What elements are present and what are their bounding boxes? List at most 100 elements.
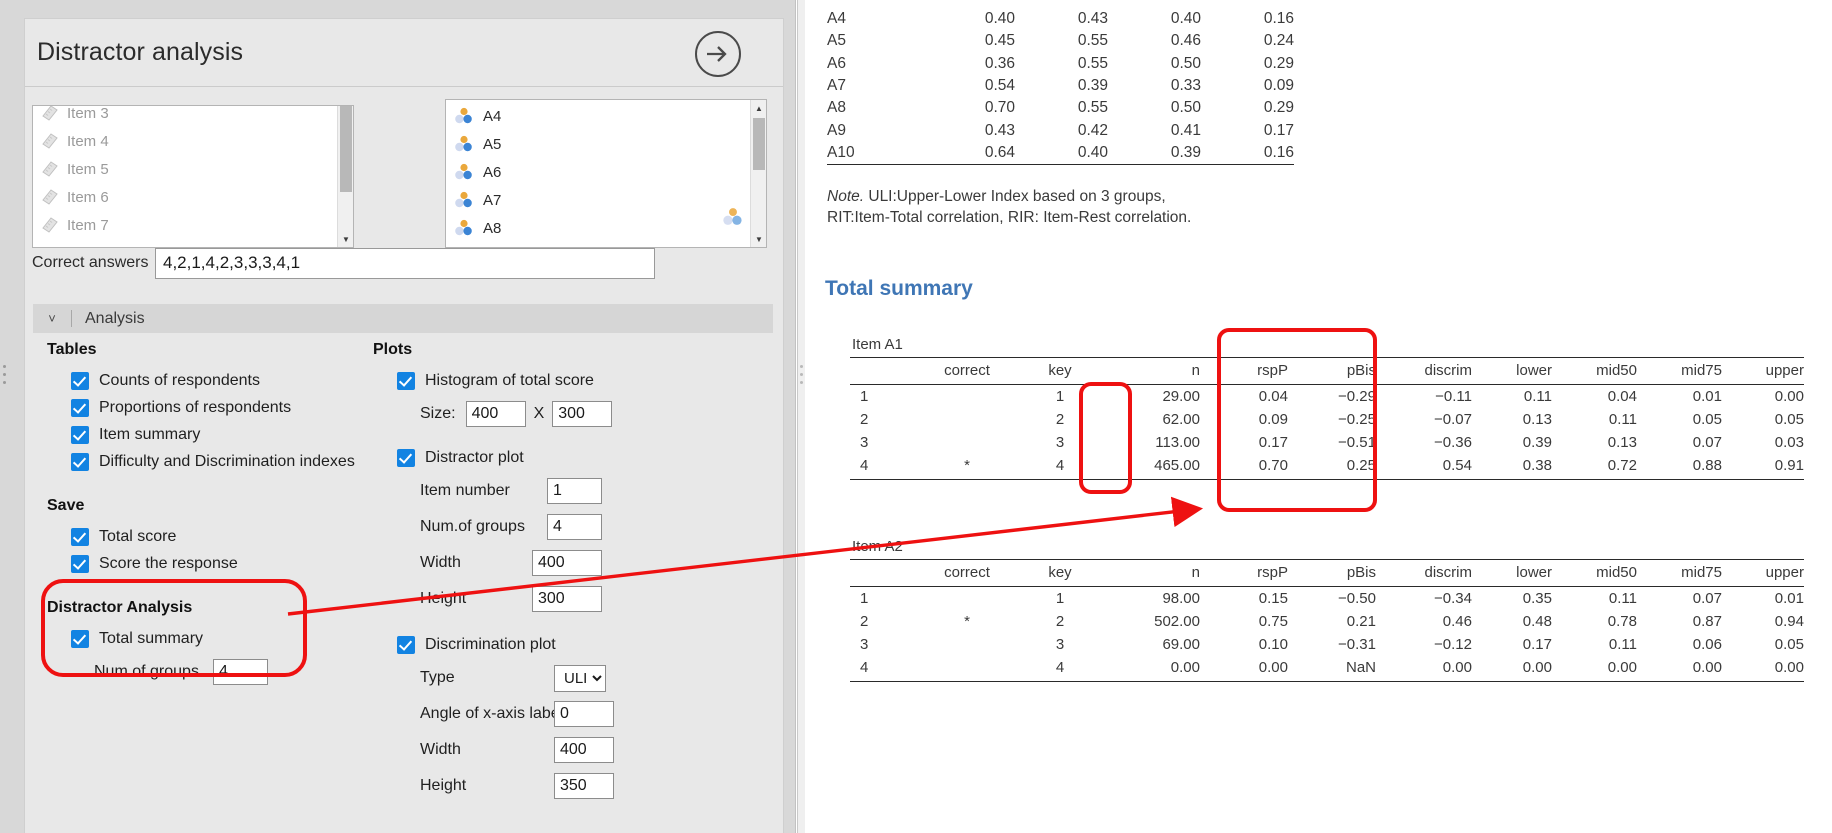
cell-pbis: 0.21	[1346, 613, 1376, 630]
checkbox-icon[interactable]	[71, 554, 89, 573]
checkbox-counts-of-respondents[interactable]: Counts of respondents	[71, 367, 377, 394]
checkbox-icon[interactable]	[397, 371, 415, 390]
list-item-label: Item 7	[67, 216, 109, 234]
available-list-scrollarea: Item 3 Item 4 Item 5 Item 6 Item 7	[33, 106, 337, 247]
cell-upper: 0.01	[1774, 590, 1804, 607]
available-variables-list[interactable]: Item 3 Item 4 Item 5 Item 6 Item 7 ▼	[32, 105, 354, 248]
distractor-plot-height-input[interactable]	[532, 586, 602, 612]
cell-mid75: 0.00	[1637, 656, 1722, 682]
cell-index: 3	[860, 434, 869, 451]
nominal-people-icon	[454, 219, 474, 237]
chevron-down-icon[interactable]: ▼	[338, 231, 353, 247]
checkbox-icon[interactable]	[71, 527, 89, 546]
col-lower: lower	[1472, 357, 1552, 385]
checkbox-distractor-plot[interactable]: Distractor plot	[397, 444, 773, 471]
chevron-down-icon[interactable]: ˅	[33, 311, 71, 326]
distractor-plot-width-input[interactable]	[532, 550, 602, 576]
list-item[interactable]: Item 6	[33, 183, 337, 211]
checkbox-icon[interactable]	[397, 635, 415, 654]
assigned-variables-list[interactable]: A4 A5 A6 A7 A8 ▲ ▼	[445, 99, 767, 248]
col-pbis: pBis	[1288, 559, 1376, 587]
checkbox-item-summary[interactable]: Item summary	[71, 421, 377, 448]
checkbox-proportions-of-respondents[interactable]: Proportions of respondents	[71, 394, 377, 421]
cell-value: 0.09	[1263, 77, 1294, 95]
arrow-right-circle-icon[interactable]	[695, 31, 741, 77]
cell-mid50: 0.11	[1608, 411, 1637, 428]
col-mid75: mid75	[1637, 357, 1722, 385]
analysis-section-header[interactable]: ˅ Analysis	[33, 304, 773, 333]
scrollbar-thumb[interactable]	[340, 106, 352, 192]
nominal-people-icon	[454, 107, 474, 125]
cell-item: A6	[827, 54, 846, 72]
checkbox-icon[interactable]	[397, 448, 415, 467]
histogram-height-input[interactable]	[552, 401, 613, 427]
cell-rspp: 0.70	[1200, 454, 1288, 480]
col-n: n	[1104, 357, 1200, 385]
histogram-width-input[interactable]	[465, 401, 526, 427]
distractor-plot-num-of-groups-input[interactable]	[547, 514, 602, 540]
col-mid50: mid50	[1552, 357, 1637, 385]
checkbox-label: Discrimination plot	[425, 635, 556, 653]
list-item[interactable]: A8	[446, 214, 750, 242]
list-item[interactable]: Item 5	[33, 155, 337, 183]
distractor-analysis-group-title: Distractor Analysis	[47, 599, 193, 616]
list-item[interactable]: A5	[446, 130, 750, 158]
checkbox-icon[interactable]	[71, 425, 89, 444]
cell-value: 0.39	[1108, 141, 1201, 165]
item-a2-caption: Item A2	[852, 538, 903, 555]
cell-lower: 0.00	[1472, 656, 1552, 682]
cell-value: 0.40	[1015, 141, 1108, 165]
settings-right-column: Plots Histogram of total score Size: X D…	[373, 341, 773, 802]
save-group-title: Save	[47, 497, 85, 514]
discrimination-type-select[interactable]: ULI	[554, 664, 606, 692]
correct-answers-row: Correct answers	[32, 247, 772, 279]
cell-value: 0.55	[1077, 54, 1108, 72]
scrollbar-thumb[interactable]	[753, 118, 765, 170]
list-item[interactable]: Item 4	[33, 127, 337, 155]
panel-resize-grip[interactable]	[2, 360, 7, 390]
cell-index: 2	[860, 613, 869, 630]
col-correct: correct	[918, 559, 1016, 587]
checkbox-icon[interactable]	[71, 398, 89, 417]
available-list-scrollbar[interactable]: ▼	[337, 106, 353, 247]
col-lower: lower	[1472, 559, 1552, 587]
list-item[interactable]: Item 3	[33, 106, 337, 127]
correct-answers-input[interactable]	[155, 247, 655, 279]
list-item[interactable]: A6	[446, 158, 750, 186]
checkbox-histogram-of-total-score[interactable]: Histogram of total score	[397, 367, 773, 394]
chevron-up-icon[interactable]: ▲	[751, 100, 766, 116]
height-label: Height	[420, 590, 467, 607]
checkbox-total-score[interactable]: Total score	[71, 523, 377, 550]
item-a2-block: Item A2 correct key n rspP pBis discrim …	[850, 538, 1804, 682]
item-a2-table: correct key n rspP pBis discrim lower mi…	[850, 559, 1804, 682]
assigned-list-scrollarea: A4 A5 A6 A7 A8	[446, 100, 750, 247]
checkbox-icon[interactable]	[71, 371, 89, 390]
cell-n: 62.00	[1162, 411, 1200, 428]
results-resize-grip[interactable]	[799, 360, 804, 390]
drag-preview-people-icon	[722, 207, 744, 227]
list-item[interactable]: A4	[446, 102, 750, 130]
list-item-label: A8	[483, 219, 502, 237]
cell-lower: 0.35	[1522, 590, 1552, 607]
table-header-row: correct key n rspP pBis discrim lower mi…	[850, 559, 1804, 587]
distractor-num-of-groups-input[interactable]	[212, 659, 268, 685]
discrimination-height-input[interactable]	[554, 773, 614, 799]
discrimination-angle-input[interactable]	[554, 701, 614, 727]
checkbox-difficulty-discrimination-indexes[interactable]: Difficulty and Discrimination indexes	[71, 448, 377, 475]
item-a1-table-head: correct key n rspP pBis discrim lower mi…	[850, 357, 1804, 385]
list-item[interactable]: Item 7	[33, 211, 337, 239]
checkbox-icon[interactable]	[71, 452, 89, 471]
list-item[interactable]: A7	[446, 186, 750, 214]
chevron-down-icon[interactable]: ▼	[751, 231, 766, 247]
checkbox-discrimination-plot[interactable]: Discrimination plot	[397, 631, 773, 658]
distractor-plot-item-number-input[interactable]	[547, 478, 602, 504]
checkbox-total-summary[interactable]: Total summary	[71, 625, 377, 652]
cell-discrim: −0.34	[1434, 590, 1472, 607]
cell-correct	[918, 431, 1016, 454]
cell-index: 4	[850, 454, 918, 480]
item-number-label: Item number	[420, 482, 510, 499]
discrimination-width-input[interactable]	[554, 737, 614, 763]
assigned-list-scrollbar[interactable]: ▲ ▼	[750, 100, 766, 247]
checkbox-score-the-response[interactable]: Score the response	[71, 550, 377, 577]
checkbox-icon[interactable]	[71, 629, 89, 648]
